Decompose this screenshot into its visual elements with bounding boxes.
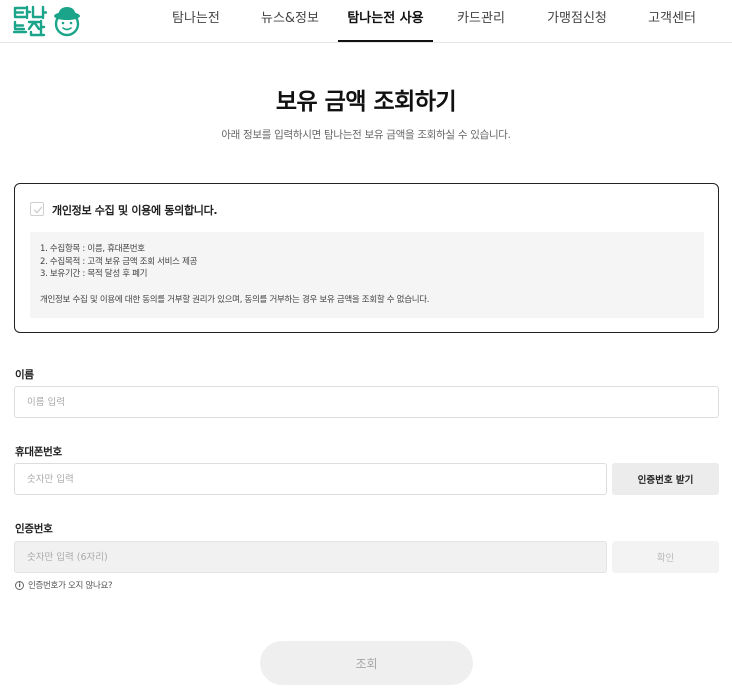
logo[interactable]	[12, 4, 83, 38]
code-help-link[interactable]: i 인증번호가 오지 않나요?	[15, 579, 113, 591]
consent-line-items: 1. 수집항목 : 이름, 휴대폰번호	[40, 244, 145, 254]
consent-checkbox[interactable]	[30, 202, 44, 216]
code-help-text: 인증번호가 오지 않나요?	[28, 581, 113, 591]
consent-note: 개인정보 수집 및 이용에 대한 동의를 거부할 권리가 있으며, 동의를 거부…	[40, 294, 430, 305]
info-icon: i	[15, 580, 24, 590]
consent-detail: 1. 수집항목 : 이름, 휴대폰번호 2. 수집목적 : 고객 보유 금액 조…	[30, 232, 704, 318]
request-code-button[interactable]: 인증번호 받기	[612, 463, 719, 495]
confirm-code-button[interactable]: 확인	[612, 541, 719, 573]
site-header: 탐나는전 뉴스&정보 탐나는전 사용 카드관리 가맹점신청 고객센터	[0, 0, 732, 43]
phone-label: 휴대폰번호	[15, 446, 62, 458]
logo-mark	[12, 5, 80, 37]
submit-button[interactable]: 조회	[260, 641, 473, 685]
consent-label[interactable]: 개인정보 수집 및 이용에 동의합니다.	[52, 202, 218, 218]
consent-line-period: 3. 보유기간 : 목적 달성 후 폐기	[40, 269, 148, 280]
hat-face-icon	[54, 7, 80, 37]
nav-item-news[interactable]: 뉴스&정보	[260, 0, 320, 42]
check-icon	[33, 206, 43, 214]
phone-input[interactable]	[14, 463, 607, 495]
nav-item-tamnaneunjeon[interactable]: 탐나는전	[172, 0, 220, 42]
page-subtitle: 아래 정보를 입력하시면 탐나는전 보유 금액을 조회하실 수 있습니다.	[221, 129, 511, 141]
consent-box: 개인정보 수집 및 이용에 동의합니다. 1. 수집항목 : 이름, 휴대폰번호…	[14, 183, 719, 333]
nav-item-customer-center[interactable]: 고객센터	[648, 0, 696, 42]
page-title: 보유 금액 조회하기	[275, 89, 457, 115]
code-label: 인증번호	[15, 523, 53, 535]
nav-item-merchant-apply[interactable]: 가맹점신청	[546, 0, 608, 42]
nav-item-usage[interactable]: 탐나는전 사용	[338, 0, 433, 42]
consent-line-purpose: 2. 수집목적 : 고객 보유 금액 조회 서비스 제공	[40, 256, 198, 267]
nav-item-card-management[interactable]: 카드관리	[456, 0, 506, 42]
name-input[interactable]	[14, 386, 719, 418]
name-label: 이름	[15, 369, 34, 381]
code-input[interactable]	[14, 541, 607, 573]
